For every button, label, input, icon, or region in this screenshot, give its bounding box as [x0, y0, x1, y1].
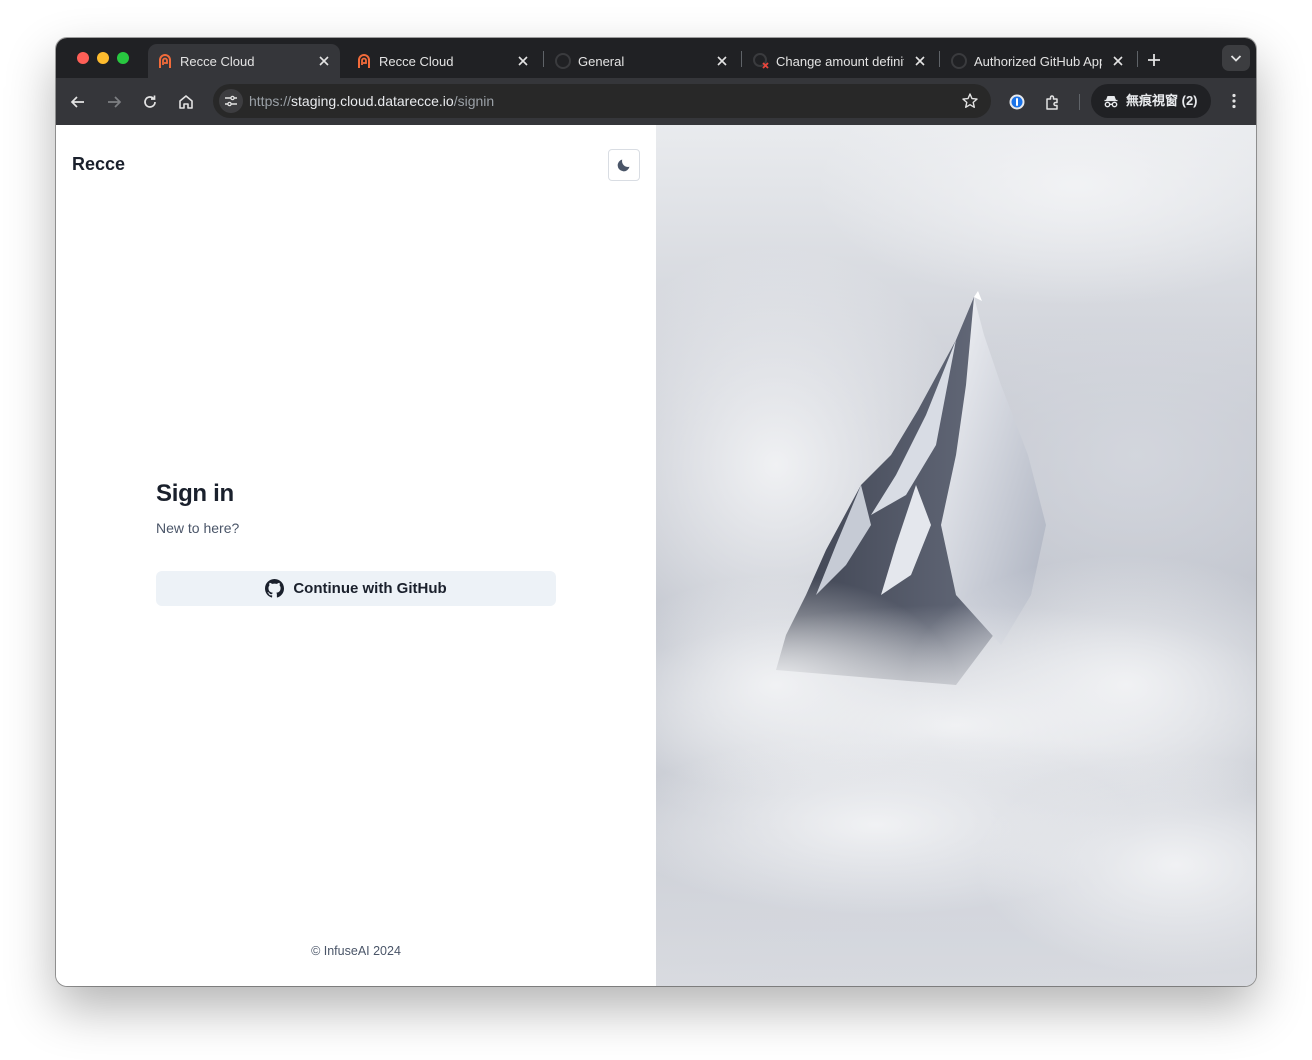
forward-arrow-icon[interactable]	[104, 92, 124, 112]
close-window-button[interactable]	[77, 52, 89, 64]
close-tab-icon[interactable]	[913, 54, 927, 68]
tab-search-button[interactable]	[1222, 45, 1250, 71]
extensions-puzzle-icon[interactable]	[1043, 92, 1063, 112]
tab-separator	[741, 51, 742, 67]
back-arrow-icon[interactable]	[68, 92, 88, 112]
tab-separator	[543, 51, 544, 67]
github-icon	[555, 53, 571, 69]
url-host: staging.cloud.datarecce.io	[291, 93, 454, 109]
tab-separator	[1137, 51, 1138, 67]
github-icon	[951, 53, 967, 69]
moon-icon	[617, 159, 630, 172]
site-settings-button[interactable]	[219, 89, 243, 113]
tab-general[interactable]: General	[546, 44, 738, 78]
github-icon	[265, 579, 285, 598]
reload-icon[interactable]	[140, 92, 160, 112]
tab-recce-cloud[interactable]: Recce Cloud	[347, 44, 539, 78]
zoom-window-button[interactable]	[117, 52, 129, 64]
toolbar-separator	[1079, 94, 1080, 110]
tab-title: General	[578, 54, 625, 69]
kebab-menu-icon[interactable]	[1224, 91, 1244, 111]
theme-toggle-button[interactable]	[608, 149, 640, 181]
tab-title: Authorized GitHub App	[974, 54, 1102, 69]
chevron-down-icon	[1230, 55, 1242, 62]
signin-title: Sign in	[156, 480, 234, 507]
recce-logo-icon	[159, 54, 171, 68]
close-tab-icon[interactable]	[516, 54, 530, 68]
github-button-label: Continue with GitHub	[293, 580, 447, 597]
minimize-window-button[interactable]	[97, 52, 109, 64]
signin-panel: Recce Sign in New to here? Continue with…	[56, 125, 656, 986]
browser-window: Recce Cloud Recce Cloud General Change a…	[56, 38, 1256, 986]
tab-title: Recce Cloud	[379, 54, 454, 69]
address-bar[interactable]: https://staging.cloud.datarecce.io/signi…	[213, 84, 991, 118]
snowy-mountain-peak-illustration	[656, 125, 1256, 986]
new-tab-plus-icon[interactable]	[1144, 50, 1164, 70]
tab-authorized-github-app[interactable]: Authorized GitHub App	[942, 44, 1134, 78]
footer-copyright: © InfuseAI 2024	[311, 944, 401, 958]
bookmark-star-icon[interactable]	[961, 92, 979, 110]
url-text[interactable]: https://staging.cloud.datarecce.io/signi…	[249, 92, 494, 110]
url-path: /signin	[453, 93, 495, 109]
browser-toolbar: https://staging.cloud.datarecce.io/signi…	[56, 78, 1256, 125]
tune-icon	[225, 95, 237, 107]
tab-recce-cloud-active[interactable]: Recce Cloud	[148, 44, 340, 78]
tab-change-amount[interactable]: Change amount definit	[744, 44, 936, 78]
close-tab-icon[interactable]	[1111, 54, 1125, 68]
tab-strip: Recce Cloud Recce Cloud General Change a…	[56, 38, 1256, 78]
close-tab-icon[interactable]	[317, 54, 331, 68]
page-content: Recce Sign in New to here? Continue with…	[56, 125, 1256, 986]
url-scheme: https://	[249, 93, 292, 109]
home-icon[interactable]	[176, 92, 196, 112]
github-error-icon	[753, 53, 769, 69]
tab-title: Change amount definit	[776, 54, 904, 69]
hero-image	[656, 125, 1256, 986]
tab-title: Recce Cloud	[180, 54, 255, 69]
password-manager-extension-icon[interactable]	[1007, 92, 1027, 112]
incognito-icon	[1104, 96, 1118, 108]
continue-with-github-button[interactable]: Continue with GitHub	[156, 571, 556, 606]
tab-separator	[939, 51, 940, 67]
incognito-label: 無痕視窗 (2)	[1126, 93, 1198, 108]
close-tab-icon[interactable]	[715, 54, 729, 68]
recce-logo-icon	[358, 54, 370, 68]
signin-subtitle: New to here?	[156, 520, 240, 536]
brand-logo-text[interactable]: Recce	[72, 154, 125, 175]
incognito-indicator[interactable]: 無痕視窗 (2)	[1091, 84, 1211, 118]
